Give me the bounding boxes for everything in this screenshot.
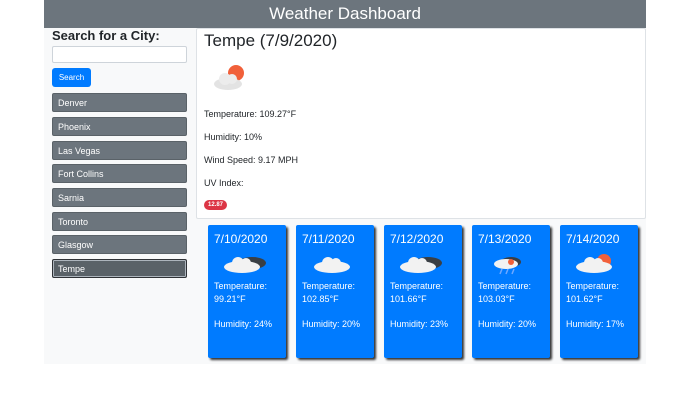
forecast-humidity: Humidity: 20% [302,319,361,329]
current-weather-panel: Tempe (7/9/2020) Temperature: 109.27°F H… [196,28,646,219]
dashboard-container: Weather Dashboard Search for a City: Sea… [44,0,646,364]
forecast-card: 7/14/2020 Temperature: 101.62°F Humidity… [560,225,638,358]
forecast-temperature: Temperature: 103.03°F [478,281,532,304]
search-label: Search for a City: [52,28,160,43]
forecast-card: 7/12/2020 Temperature: 101.66°F Humidity… [384,225,462,358]
forecast-date: 7/10/2020 [214,232,268,246]
search-input[interactable] [52,46,187,63]
city-button-glasgow[interactable]: Glasgow [52,235,187,254]
few-clouds-day-icon [214,65,244,90]
current-humidity: Humidity: 10% [204,132,263,142]
city-button-denver[interactable]: Denver [52,93,187,112]
city-button-sarnia[interactable]: Sarnia [52,188,187,207]
forecast-humidity: Humidity: 24% [214,319,273,329]
forecast-humidity: Humidity: 17% [566,319,625,329]
city-button-tempe[interactable]: Tempe [52,259,187,278]
current-city-title: Tempe (7/9/2020) [204,31,338,50]
forecast-date: 7/14/2020 [566,232,620,246]
city-button-fort-collins[interactable]: Fort Collins [52,164,187,183]
few-clouds-day-icon [576,254,612,273]
forecast-card: 7/13/2020 Temperature: 103.03°F Humidity… [472,225,550,358]
city-button-phoenix[interactable]: Phoenix [52,117,187,136]
search-button[interactable]: Search [52,68,91,87]
rain-icon [494,257,521,275]
page-title: Weather Dashboard [44,0,646,28]
forecast-date: 7/13/2020 [478,232,532,246]
current-wind-speed: Wind Speed: 9.17 MPH [204,155,299,165]
forecast-temperature: Temperature: 102.85°F [302,281,356,304]
scattered-clouds-icon [314,257,350,273]
city-button-las-vegas[interactable]: Las Vegas [52,141,187,160]
forecast-card: 7/11/2020 Temperature: 102.85°F Humidity… [296,225,374,358]
broken-clouds-icon [224,257,266,273]
uv-index-badge: 12.87 [204,200,228,210]
forecast-date: 7/12/2020 [390,232,444,246]
forecast-temperature: Temperature: 101.66°F [390,281,444,304]
forecast-card: 7/10/2020 Temperature: 99.21°F Humidity:… [208,225,286,358]
current-uv-label: UV Index: [204,178,244,188]
broken-clouds-icon [400,257,442,273]
forecast-humidity: Humidity: 23% [390,319,449,329]
forecast-temperature: Temperature: 101.62°F [566,281,620,304]
city-button-toronto[interactable]: Toronto [52,212,187,231]
current-temperature: Temperature: 109.27°F [204,109,297,119]
forecast-temperature: Temperature: 99.21°F [214,281,268,304]
forecast-date: 7/11/2020 [302,232,355,246]
forecast-humidity: Humidity: 20% [478,319,537,329]
